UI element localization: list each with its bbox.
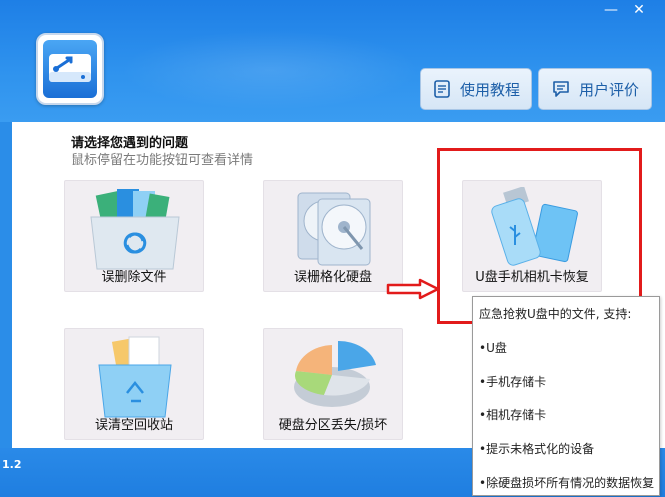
tile-formatted-disk[interactable]: 误栅格化硬盘 xyxy=(263,180,403,292)
minimize-button[interactable]: — xyxy=(600,0,622,20)
recycle-bin-icon xyxy=(98,336,172,418)
tutorial-label: 使用教程 xyxy=(459,80,520,99)
tooltip-item: •相机存储卡 xyxy=(479,408,547,422)
tooltip-item: •手机存储卡 xyxy=(479,375,547,389)
tile-recycle-bin[interactable]: 误清空回收站 xyxy=(64,328,204,440)
tooltip-item: •除硬盘损坏所有情况的数据恢复 xyxy=(479,476,655,490)
document-icon xyxy=(434,80,450,98)
pie-disk-icon xyxy=(294,340,376,407)
tile-label: 误栅格化硬盘 xyxy=(293,270,372,285)
tooltip-heading: 应急抢救U盘中的文件, 支持: xyxy=(479,307,632,321)
tooltip: 应急抢救U盘中的文件, 支持: •U盘 •手机存储卡 •相机存储卡 •提示未格式… xyxy=(472,296,660,496)
hard-disk-icon xyxy=(297,192,371,266)
tutorial-button[interactable]: 使用教程 xyxy=(420,68,532,110)
close-button[interactable]: ✕ xyxy=(628,0,650,20)
arrow-right-icon xyxy=(386,278,440,300)
tile-label: 误清空回收站 xyxy=(94,418,173,433)
user-review-button[interactable]: 用户评价 xyxy=(538,68,652,110)
user-review-label: 用户评价 xyxy=(578,80,639,99)
app-logo xyxy=(36,33,104,105)
tile-partition-lost[interactable]: 硬盘分区丢失/损坏 xyxy=(263,328,403,440)
tile-label: 误删除文件 xyxy=(101,270,167,285)
tooltip-item: •提示未格式化的设备 xyxy=(479,442,595,456)
tooltip-item: •U盘 xyxy=(479,341,507,355)
hard-drive-wrench-icon xyxy=(43,40,97,98)
tile-deleted-files[interactable]: 误删除文件 xyxy=(64,180,204,292)
version-label: 1.2 xyxy=(2,458,22,471)
comment-icon xyxy=(553,81,569,97)
page-subtitle: 鼠标停留在功能按钮可查看详情 xyxy=(71,153,254,168)
tile-label: 硬盘分区丢失/损坏 xyxy=(278,418,388,433)
folder-recover-icon xyxy=(90,189,180,270)
